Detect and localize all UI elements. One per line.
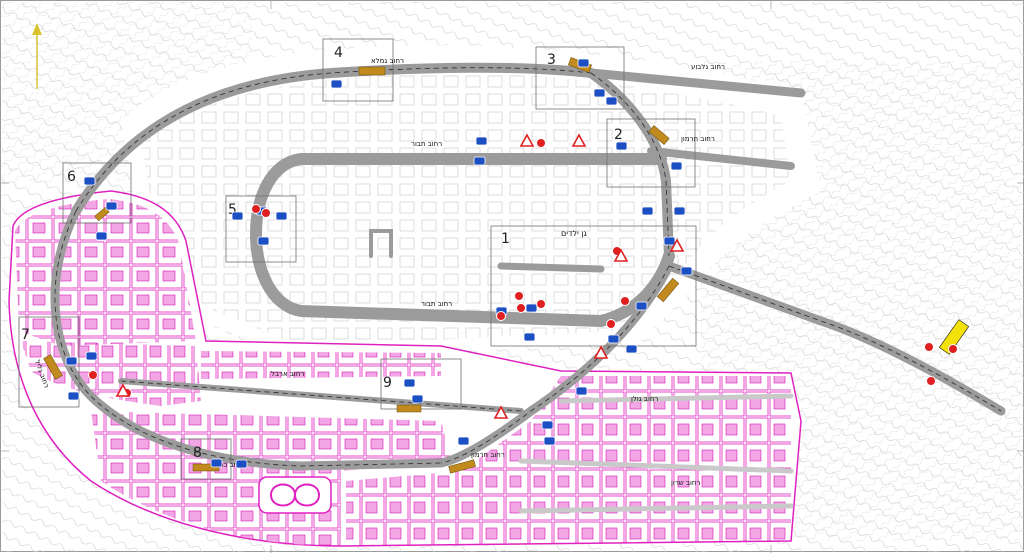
road-sign-icon (496, 311, 506, 321)
road-sign-icon (948, 344, 958, 354)
road-sign-icon (924, 342, 934, 352)
road-sign-icon (635, 301, 648, 311)
road-sign-icon (88, 370, 98, 380)
kindergarten-label: גן ילדים (561, 229, 588, 238)
road-sign-icon (593, 88, 606, 98)
street-label-golan: רחוב גולן (631, 395, 658, 403)
area-number-9: 9 (383, 375, 392, 391)
area-number-8: 8 (193, 445, 202, 461)
road-sign-icon (926, 376, 936, 386)
road-sign-icon (275, 211, 288, 221)
area-number-2: 2 (614, 127, 623, 143)
street-label-gilboa: רחוב גלבוע (691, 63, 725, 71)
road-sign-icon (523, 332, 536, 342)
road-sign-icon (605, 96, 618, 106)
road-sign-icon (65, 356, 78, 366)
road-sign-icon (95, 231, 108, 241)
road-sign-icon (457, 436, 470, 446)
street-label-tavor-lower: רחוב תבור (421, 300, 452, 308)
road-sign-icon (210, 458, 223, 468)
area-number-1: 1 (501, 231, 510, 247)
road-sign-icon (67, 391, 80, 401)
road-sign-icon (615, 141, 628, 151)
road-sign-icon (606, 319, 616, 329)
road-sign-icon (541, 420, 554, 430)
map-canvas: 1 2 3 4 5 6 7 8 9 רחוב גמלא רחוב גלבוע ר… (1, 1, 1024, 553)
area-number-4: 4 (334, 45, 343, 61)
road-sign-icon (577, 58, 590, 68)
road-sign-icon (607, 334, 620, 344)
street-label-hermon-lower: רחוב חרמון (471, 451, 505, 459)
road-sign-icon (536, 138, 546, 148)
road-sign-icon (83, 176, 96, 186)
road-sign-icon (620, 296, 630, 306)
road-sign-icon (330, 79, 343, 89)
road-sign-icon (641, 206, 654, 216)
road-sign-icon (514, 291, 524, 301)
road-sign-icon (403, 378, 416, 388)
site-plan-map: 1 2 3 4 5 6 7 8 9 רחוב גמלא רחוב גלבוע ר… (0, 0, 1024, 553)
road-sign-icon (475, 136, 488, 146)
road-sign-icon (516, 303, 526, 313)
area-number-7: 7 (21, 327, 30, 343)
road-sign-icon (575, 386, 588, 396)
road-sign-icon (235, 459, 248, 469)
street-label-harmon: רחוב חרמון (681, 135, 715, 143)
road-sign-icon (536, 299, 546, 309)
area-number-3: 3 (547, 52, 556, 68)
road-sign-icon (473, 156, 486, 166)
street-label-gamla: רחוב גמלא (371, 57, 404, 65)
street-label-tavor: רחוב תבור (411, 140, 442, 148)
street-label-arbel: רחוב ארבל (271, 370, 304, 378)
new-plots-central-row (201, 351, 441, 379)
area-number-6: 6 (67, 169, 76, 185)
infinity-roundabout-icon (258, 476, 332, 514)
road-sign-icon (261, 208, 271, 218)
road-sign-icon (411, 394, 424, 404)
road-sign-icon (251, 204, 261, 214)
road-sign-icon (85, 351, 98, 361)
road-sign-icon (257, 236, 270, 246)
road-sign-icon (680, 266, 693, 276)
road-sign-icon (670, 161, 683, 171)
street-label-sharon: רחוב שרון (671, 479, 700, 487)
road-sign-icon (543, 436, 556, 446)
road-sign-icon (105, 201, 118, 211)
road-sign-icon (663, 236, 676, 246)
road-sign-icon (231, 211, 244, 221)
road-sign-icon (625, 344, 638, 354)
road-sign-icon (673, 206, 686, 216)
road-sign-icon (525, 303, 538, 313)
